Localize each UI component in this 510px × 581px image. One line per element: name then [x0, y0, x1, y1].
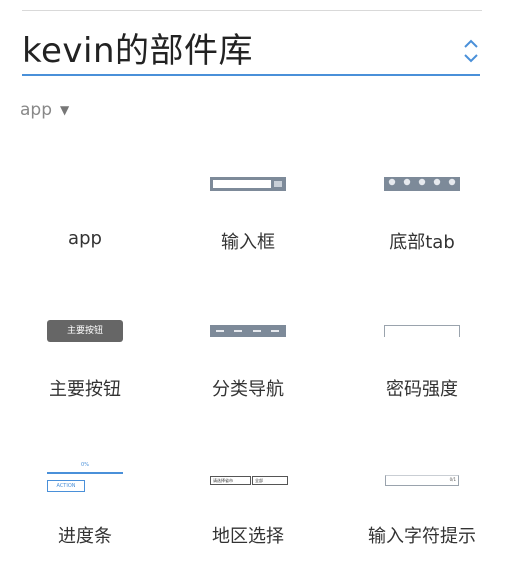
library-title-select[interactable]: kevin的部件库 [22, 28, 480, 76]
widget-label: app [68, 228, 102, 249]
thumb-char-count: 0/1 [449, 477, 456, 482]
widget-region-select[interactable]: 请选择省市 全部 地区选择 [163, 434, 333, 581]
thumb-select-province: 请选择省市 [210, 476, 251, 485]
widget-primary-button[interactable]: 主要按钮 主要按钮 [0, 287, 170, 434]
progress-bar-thumbnail-icon: 0% ACTION [47, 462, 123, 496]
thumb-button-text: 主要按钮 [66, 326, 103, 336]
thumb-percent: 0% [81, 462, 89, 468]
library-title: kevin的部件库 [22, 31, 254, 71]
widget-category-nav[interactable]: 分类导航 [163, 287, 333, 434]
widget-label: 底部tab [389, 232, 455, 253]
char-hint-thumbnail-icon: 0/1 [385, 475, 459, 486]
widget-input-box[interactable]: 输入框 [163, 140, 333, 287]
widget-label: 密码强度 [386, 379, 458, 400]
password-strength-thumbnail-icon [384, 325, 460, 337]
region-select-thumbnail-icon: 请选择省市 全部 [210, 476, 288, 485]
widget-label: 进度条 [58, 526, 112, 547]
input-box-thumbnail-icon [210, 177, 286, 191]
updown-chevron-icon [464, 39, 478, 63]
widget-label: 主要按钮 [49, 379, 121, 400]
thumb-select-all: 全部 [252, 476, 288, 485]
widget-bottom-tab[interactable]: 底部tab [337, 140, 507, 287]
blank-thumbnail-icon [47, 176, 123, 190]
primary-button-thumbnail-icon: 主要按钮 [47, 320, 123, 342]
widget-label: 分类导航 [212, 379, 284, 400]
widget-progress-bar[interactable]: 0% ACTION 进度条 [0, 434, 170, 581]
widget-label: 输入字符提示 [368, 526, 476, 547]
section-app-toggle[interactable]: app ▼ [20, 100, 69, 120]
top-divider [22, 10, 482, 11]
widget-password-strength[interactable]: 密码强度 [337, 287, 507, 434]
widget-char-hint[interactable]: 0/1 输入字符提示 [337, 434, 507, 581]
thumb-action-button: ACTION [47, 480, 85, 492]
widget-label: 地区选择 [212, 526, 284, 547]
bottom-tab-thumbnail-icon [384, 177, 460, 191]
thumb-progress-line [47, 472, 123, 474]
caret-down-icon: ▼ [60, 103, 70, 117]
widget-app[interactable]: app [0, 140, 170, 287]
section-label: app [20, 100, 52, 120]
widget-label: 输入框 [221, 232, 275, 253]
category-nav-thumbnail-icon [210, 325, 286, 337]
